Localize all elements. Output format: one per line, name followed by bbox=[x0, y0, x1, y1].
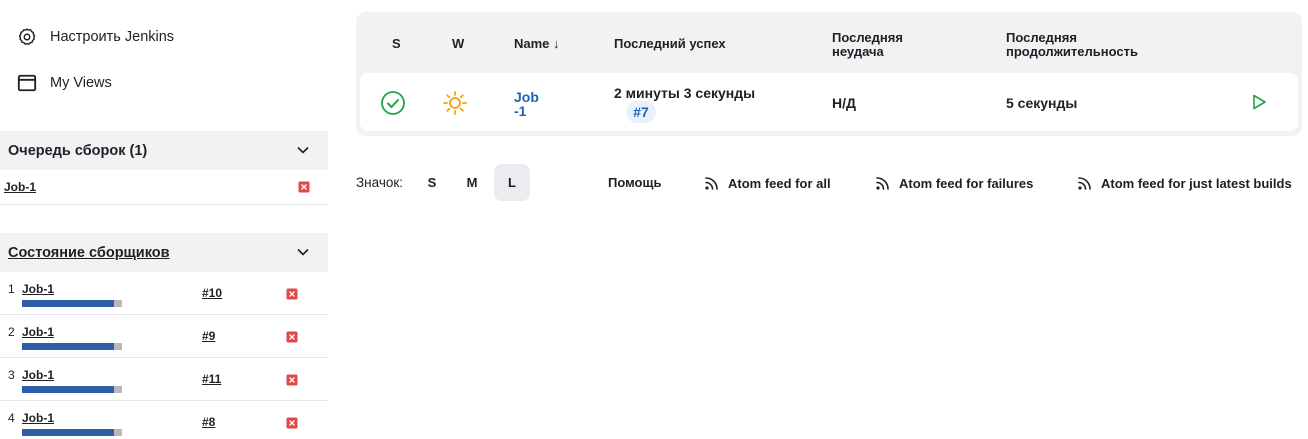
col-last-failure-line1: Последняя bbox=[832, 30, 903, 45]
col-last-duration[interactable]: Последняя продолжительность bbox=[1006, 31, 1138, 59]
queue-item: Job-1 bbox=[0, 170, 328, 205]
icon-size-l-button[interactable]: L bbox=[494, 164, 530, 201]
progress-bar bbox=[22, 300, 122, 307]
atom-feed-all-link[interactable]: Atom feed for all bbox=[704, 175, 831, 191]
success-check-icon bbox=[381, 91, 405, 115]
executors-title[interactable]: Состояние сборщиков bbox=[8, 245, 170, 261]
executor-number: 2 bbox=[8, 325, 15, 339]
table-row: Job -1 2 минуты 3 секунды #7 Н/Д 5 секун… bbox=[360, 73, 1298, 131]
sunny-icon bbox=[443, 91, 467, 115]
executor-job-link[interactable]: Job-1 bbox=[22, 325, 54, 339]
progress-fill bbox=[22, 386, 114, 393]
cancel-icon[interactable] bbox=[298, 181, 310, 193]
last-failure-value: Н/Д bbox=[832, 95, 856, 111]
col-last-failure[interactable]: Последняя неудача bbox=[832, 31, 903, 59]
job-name-link[interactable]: Job -1 bbox=[514, 90, 539, 118]
nav-manage-jenkins[interactable]: Настроить Jenkins bbox=[16, 25, 174, 49]
col-last-failure-line2: неудача bbox=[832, 44, 884, 59]
executor-build-link[interactable]: #8 bbox=[202, 415, 215, 429]
icon-size-s-button[interactable]: S bbox=[414, 164, 450, 201]
executor-build-link[interactable]: #10 bbox=[202, 286, 222, 300]
window-icon bbox=[16, 72, 38, 94]
executor-row: 2 Job-1 #9 bbox=[0, 315, 328, 358]
jobs-table: S W Name ↓ Последний успех Последняя неу… bbox=[356, 12, 1302, 136]
col-last-duration-line1: Последняя bbox=[1006, 30, 1077, 45]
stop-icon[interactable] bbox=[286, 331, 298, 343]
play-icon[interactable] bbox=[1250, 93, 1268, 111]
atom-feed-latest-link[interactable]: Atom feed for just latest builds bbox=[1077, 175, 1292, 191]
executor-row: 4 Job-1 #8 bbox=[0, 401, 328, 439]
atom-feed-failures-link[interactable]: Atom feed for failures bbox=[875, 175, 1033, 191]
last-success-time: 2 минуты 3 секунды bbox=[614, 85, 756, 101]
progress-fill bbox=[22, 343, 114, 350]
atom-feed-all-label: Atom feed for all bbox=[728, 175, 831, 191]
table-footer: Значок: S M L Помощь Atom feed for all A… bbox=[356, 164, 1302, 201]
atom-feed-latest-label: Atom feed for just latest builds bbox=[1101, 175, 1292, 191]
stop-icon[interactable] bbox=[286, 417, 298, 429]
col-last-success[interactable]: Последний успех bbox=[614, 37, 726, 51]
gear-icon bbox=[16, 26, 38, 48]
nav-label: My Views bbox=[50, 75, 112, 91]
build-queue-title: Очередь сборок (1) bbox=[8, 142, 148, 159]
nav-item-cut-off bbox=[16, 0, 38, 4]
rss-icon bbox=[705, 177, 718, 190]
help-link[interactable]: Помощь bbox=[608, 175, 661, 190]
executor-job-link[interactable]: Job-1 bbox=[22, 368, 54, 382]
executor-job-link[interactable]: Job-1 bbox=[22, 282, 54, 296]
progress-bar bbox=[22, 386, 122, 393]
atom-feed-failures-label: Atom feed for failures bbox=[899, 175, 1034, 191]
executor-job-link[interactable]: Job-1 bbox=[22, 411, 54, 425]
executor-number: 4 bbox=[8, 411, 15, 425]
executor-build-link[interactable]: #9 bbox=[202, 329, 215, 343]
col-status[interactable]: S bbox=[392, 37, 401, 51]
nav-my-views[interactable]: My Views bbox=[16, 71, 112, 95]
job-name-line2: -1 bbox=[514, 103, 527, 119]
stop-icon[interactable] bbox=[286, 288, 298, 300]
icon-size-label: Значок: bbox=[356, 175, 404, 190]
executor-row: 1 Job-1 #10 bbox=[0, 272, 328, 315]
executor-number: 1 bbox=[8, 282, 15, 296]
build-queue-header[interactable]: Очередь сборок (1) bbox=[0, 131, 328, 170]
last-duration-value: 5 секунды bbox=[1006, 95, 1078, 111]
progress-fill bbox=[22, 429, 114, 436]
chevron-down-icon[interactable] bbox=[296, 143, 310, 157]
executor-number: 3 bbox=[8, 368, 15, 382]
progress-fill bbox=[22, 300, 114, 307]
last-success-build-link[interactable]: #7 bbox=[626, 101, 656, 123]
chevron-down-icon[interactable] bbox=[296, 245, 310, 259]
executor-row: 3 Job-1 #11 bbox=[0, 358, 328, 401]
rss-icon bbox=[876, 177, 889, 190]
col-name[interactable]: Name ↓ bbox=[514, 37, 560, 51]
help-label: Помощь bbox=[608, 175, 662, 190]
col-weather[interactable]: W bbox=[452, 37, 464, 51]
progress-bar bbox=[22, 343, 122, 350]
job-name-line1: Job bbox=[514, 89, 539, 105]
queue-job-link[interactable]: Job-1 bbox=[4, 180, 36, 194]
rss-icon bbox=[1078, 177, 1091, 190]
icon-size-m-button[interactable]: M bbox=[454, 164, 490, 201]
executors-header[interactable]: Состояние сборщиков bbox=[0, 233, 328, 272]
stop-icon[interactable] bbox=[286, 374, 298, 386]
col-last-duration-line2: продолжительность bbox=[1006, 44, 1138, 59]
progress-bar bbox=[22, 429, 122, 436]
executor-build-link[interactable]: #11 bbox=[202, 372, 221, 386]
nav-label: Настроить Jenkins bbox=[50, 29, 175, 45]
